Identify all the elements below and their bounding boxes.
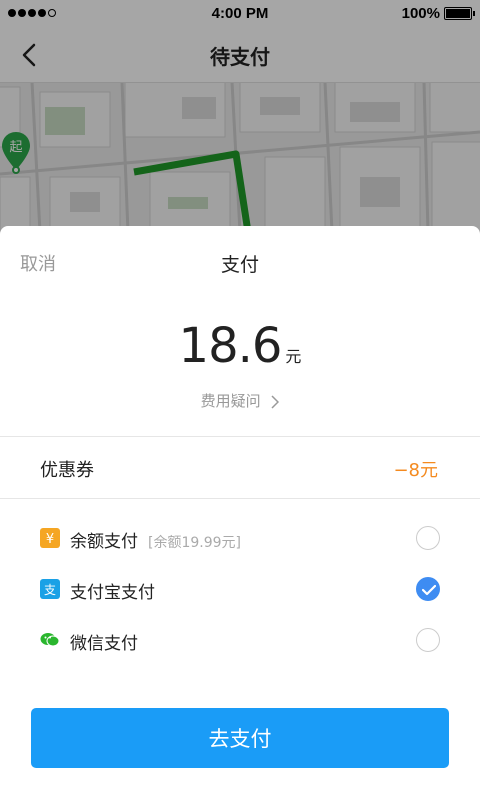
- pay-button[interactable]: 去支付: [31, 708, 449, 768]
- radio-checked-icon[interactable]: [416, 577, 440, 601]
- pay-option-label: 余额支付 [余额19.99元]: [70, 532, 242, 552]
- svg-text:¥: ¥: [46, 532, 54, 545]
- sheet-title: 支付: [220, 254, 259, 276]
- coupon-label: 优惠券: [40, 460, 94, 481]
- fee-question-label: 费用疑问: [200, 392, 261, 410]
- coupon-value: −8元: [393, 460, 438, 481]
- alipay-icon: 支: [40, 579, 60, 599]
- pay-option-alipay[interactable]: 支 支付宝支付: [0, 567, 480, 617]
- divider: [0, 436, 480, 437]
- radio-unchecked-icon[interactable]: [416, 628, 440, 652]
- payment-sheet: 取消 支付 18.6 元 费用疑问 优惠券 −8元 ¥ 余额支付 [余额19.99元…: [0, 226, 480, 800]
- balance-yuan-icon: ¥: [40, 528, 60, 548]
- pay-option-wechat[interactable]: 微信支付: [0, 618, 480, 668]
- pay-option-label: 支付宝支付: [70, 583, 155, 603]
- coupon-row[interactable]: 优惠券 −8元: [0, 438, 480, 498]
- amount-display: 18.6 元: [0, 318, 480, 374]
- divider: [0, 498, 480, 499]
- svg-text:支: 支: [44, 583, 56, 596]
- pay-option-balance[interactable]: ¥ 余额支付 [余额19.99元]: [0, 516, 480, 566]
- radio-unchecked-icon[interactable]: [416, 526, 440, 550]
- fee-question-link[interactable]: 费用疑问: [0, 390, 480, 411]
- balance-note: [余额19.99元]: [148, 535, 242, 551]
- pay-option-label: 微信支付: [70, 634, 138, 654]
- amount-value: 18.6: [178, 318, 283, 374]
- chevron-right-icon: [271, 394, 280, 409]
- wechat-icon: [40, 630, 60, 650]
- amount-unit: 元: [285, 347, 302, 366]
